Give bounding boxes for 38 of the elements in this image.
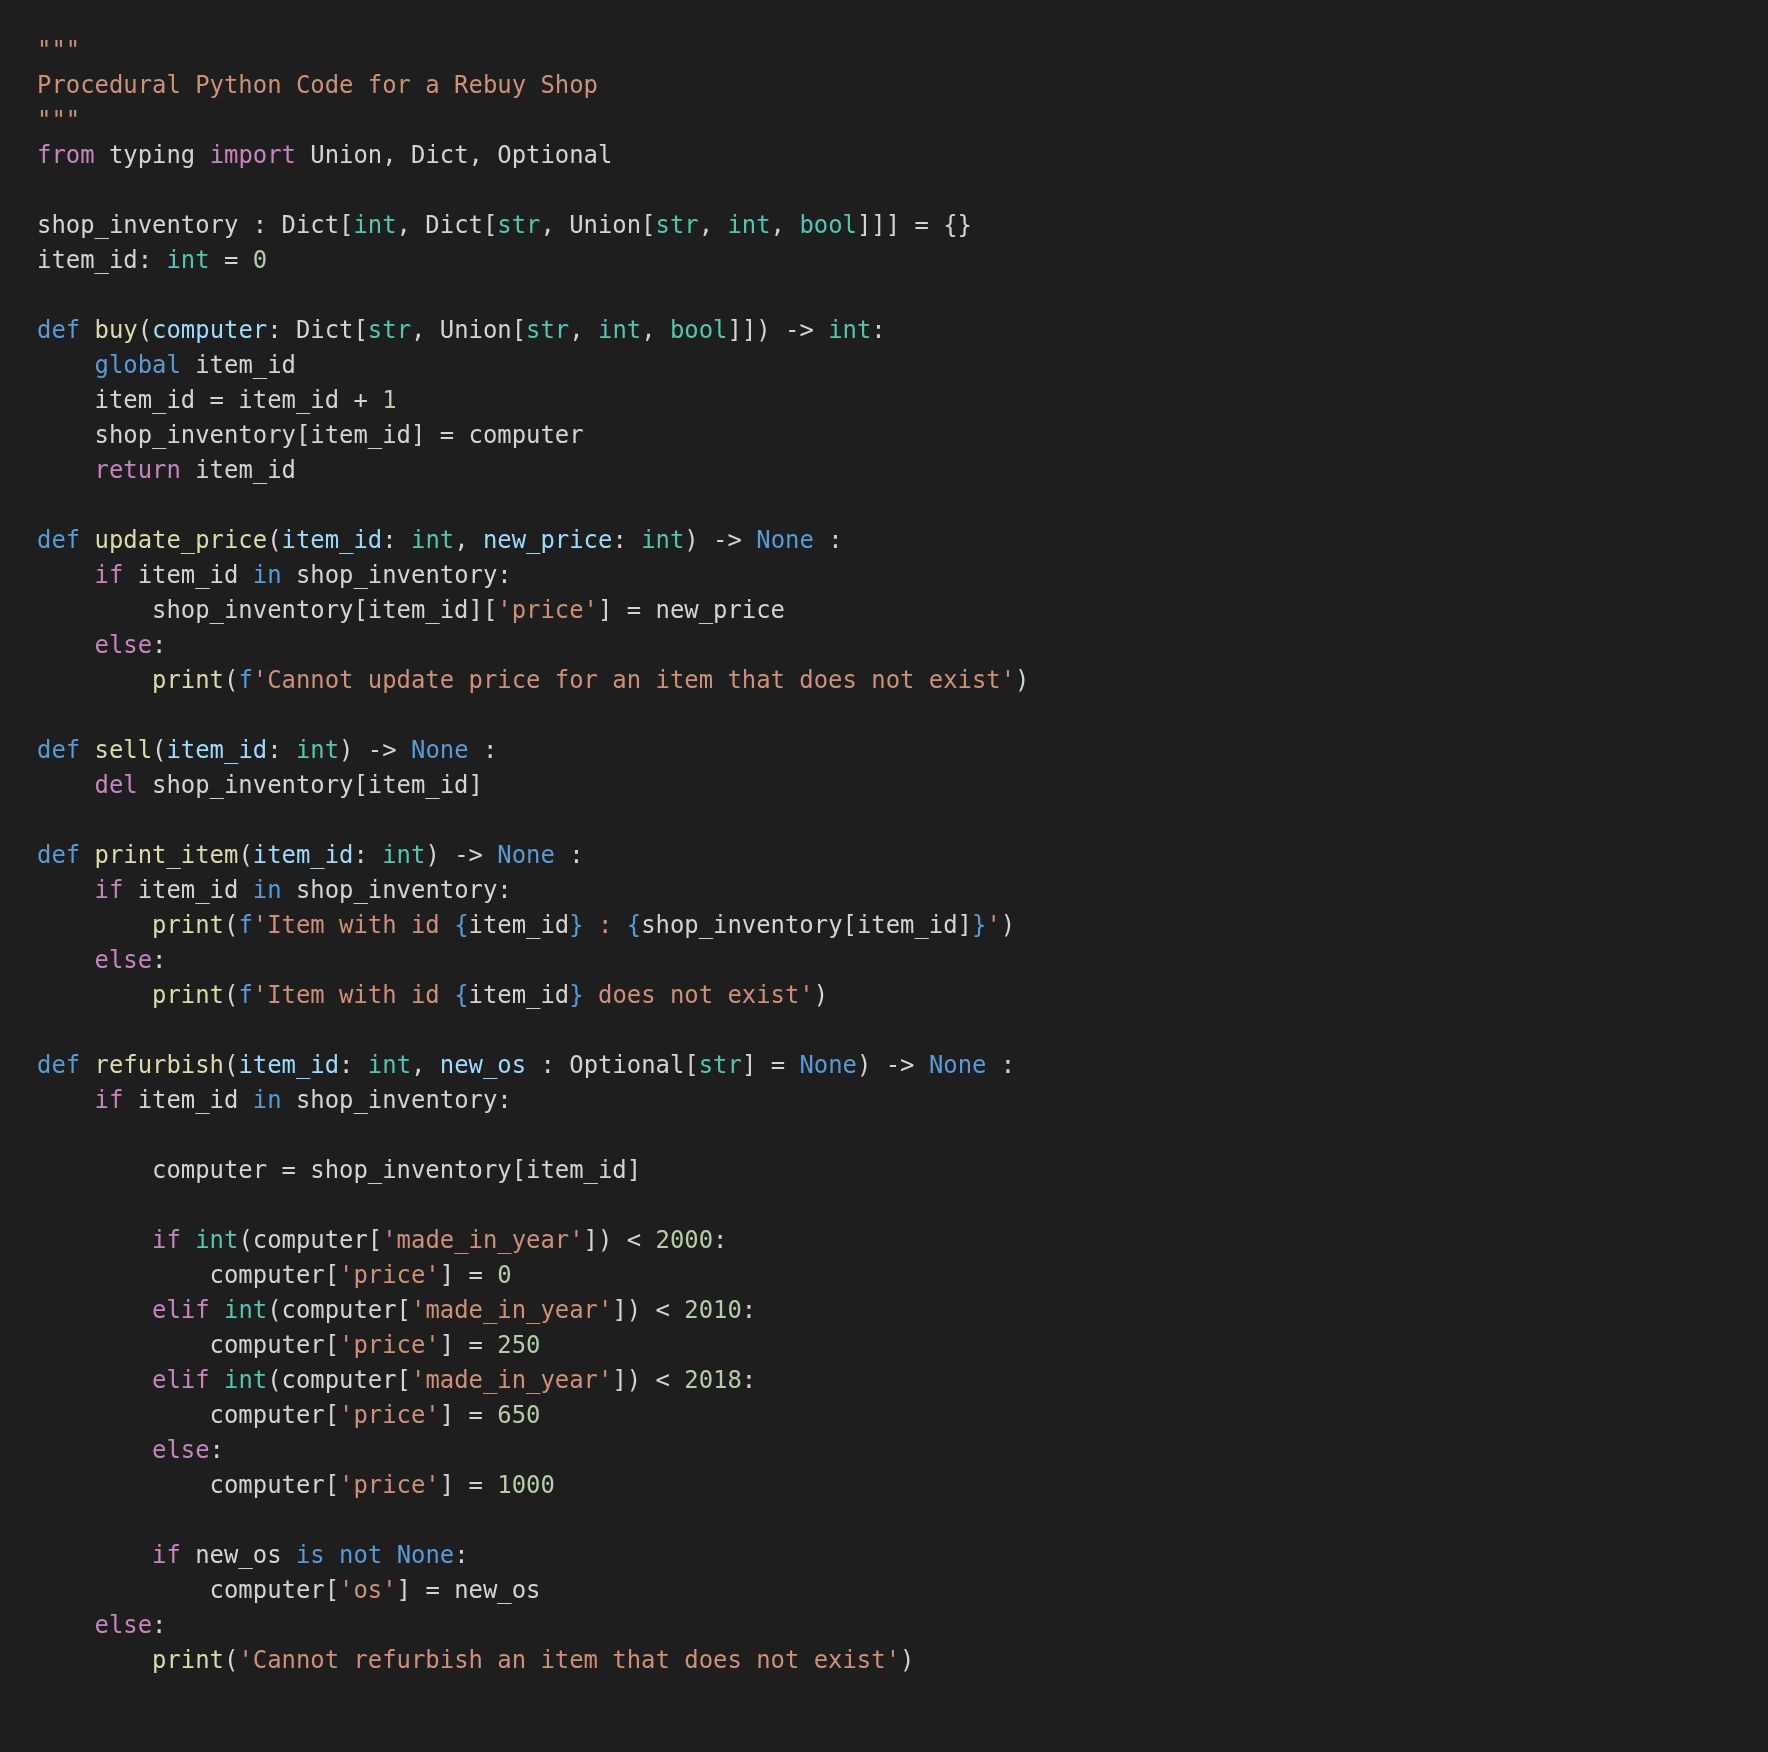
code-line: computer['price'] = 0 [208,1260,512,1291]
code-line: global item_id [93,350,296,381]
code-line: if item_id in shop_inventory: [93,875,512,906]
code-line: def sell(item_id: int) -> None : [37,735,498,766]
code-line: def buy(computer: Dict[str, Union[str, int, bool]]) -> int: [37,315,886,346]
code-line: Procedural Python Code for a Rebuy Shop [37,70,598,101]
code-line: print(f'Cannot update price for an item that does not exist') [151,665,1030,696]
code-line: computer['os'] = new_os [208,1575,541,1606]
code-line: if item_id in shop_inventory: [93,1085,512,1116]
code-line: """ [37,105,81,136]
code-line: print(f'Item with id {item_id} : {shop_inventory[item_id]}') [151,910,1016,941]
code-line: print(f'Item with id {item_id} does not exist') [151,980,829,1011]
code-line: else: [93,630,167,661]
code-line: else: [151,1435,224,1466]
code-line: computer = shop_inventory[item_id] [151,1155,642,1186]
code-line: computer['price'] = 650 [208,1400,541,1431]
code-line: elif int(computer['made_in_year']) < 2018: [151,1365,757,1396]
code-line: shop_inventory : Dict[int, Dict[str, Union[str, int, bool]]] = {} [37,210,972,241]
code-line: if item_id in shop_inventory: [93,560,512,591]
code-line: return item_id [93,455,296,486]
code-line: item_id: int = 0 [37,245,268,276]
code-line: computer['price'] = 1000 [208,1470,555,1501]
code-line: print('Cannot refurbish an item that does not exist') [151,1645,915,1676]
code-line: if int(computer['made_in_year']) < 2000: [151,1225,728,1256]
code-line: item_id = item_id + 1 [93,385,397,416]
code-line: else: [93,945,167,976]
code-line: computer['price'] = 250 [208,1330,541,1361]
code-line: shop_inventory[item_id] = computer [93,420,584,451]
code-line: elif int(computer['made_in_year']) < 2010: [151,1295,757,1326]
code-line: else: [93,1610,167,1641]
code-line: def refurbish(item_id: int, new_os : Optional[str] = None) -> None : [37,1050,1016,1081]
code-line: def update_price(item_id: int, new_price: int) -> None : [37,525,843,556]
code-line: del shop_inventory[item_id] [93,770,483,801]
code-line: if new_os is not None: [151,1540,469,1571]
code-line: shop_inventory[item_id]['price'] = new_price [151,595,785,626]
code-line: """ [37,35,81,66]
code-line: def print_item(item_id: int) -> None : [37,840,584,871]
code-line: from typing import Union, Dict, Optional [37,140,613,171]
